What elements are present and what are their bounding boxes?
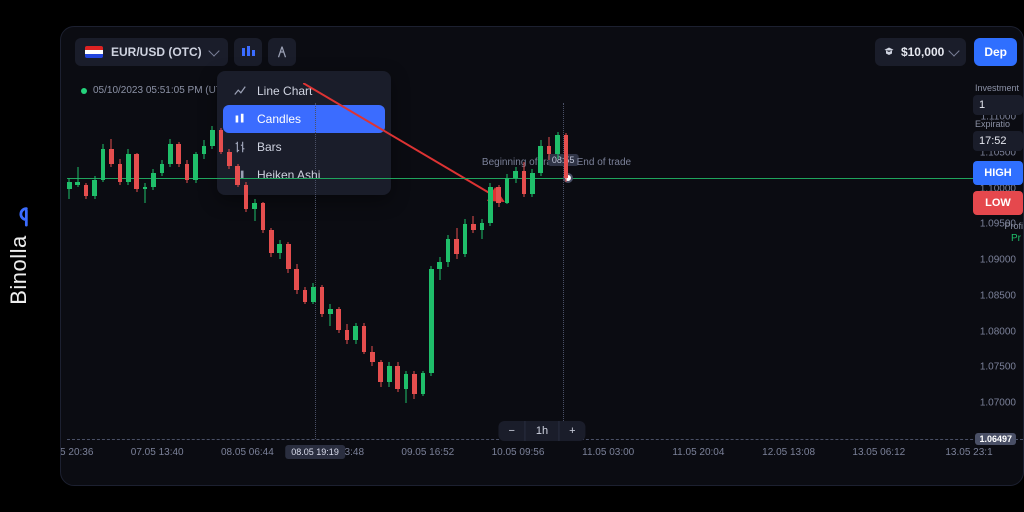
chart-type-line[interactable]: Line Chart (223, 77, 385, 105)
chevron-down-icon (208, 45, 219, 56)
x-tick: 09.05 16:52 (401, 447, 454, 458)
profit-value: Pr (973, 233, 1023, 244)
chart-area[interactable]: Beginning of trade 08:55 End of trade (67, 103, 969, 439)
expiration-input[interactable]: 17:52 (973, 131, 1023, 151)
zoom-controls: − 1h + (498, 421, 585, 441)
brand-icon (8, 207, 30, 229)
topbar: EUR/USD (OTC) $10,000 (75, 37, 1023, 67)
deposit-button[interactable]: Dep (974, 38, 1017, 66)
pair-selector[interactable]: EUR/USD (OTC) (75, 38, 228, 66)
pair-label: EUR/USD (OTC) (111, 45, 202, 59)
higher-button[interactable]: HIGH (973, 161, 1023, 185)
drawing-tools-button[interactable] (268, 38, 296, 66)
trade-sidepanel: Investment 1 Expiratio 17:52 HIGH LOW Pr… (973, 79, 1023, 485)
dd-label: Line Chart (257, 84, 312, 98)
x-tick: 07.05 13:40 (131, 447, 184, 458)
compass-icon (275, 45, 289, 59)
profit-label: Profi (975, 221, 1023, 231)
chevron-down-icon (949, 45, 960, 56)
chart-type-button[interactable] (234, 38, 262, 66)
brand-name: Binolla (6, 235, 32, 305)
x-axis: 06.05 20:3607.05 13:4008.05 06:4408.05 2… (67, 447, 969, 467)
crosshair-vertical (315, 103, 316, 439)
balance-selector[interactable]: $10,000 (875, 38, 966, 66)
x-tick: 06.05 20:36 (60, 447, 93, 458)
candles-icon (240, 44, 256, 60)
investment-label: Investment (975, 83, 1023, 93)
balance-value: $10,000 (901, 45, 944, 59)
expiration-label: Expiratio (975, 119, 1023, 129)
price-line (67, 178, 1023, 179)
lower-button[interactable]: LOW (973, 191, 1023, 215)
zoom-out-button[interactable]: − (498, 421, 524, 441)
x-tick: 12.05 13:08 (762, 447, 815, 458)
x-tick: 11.05 20:04 (672, 447, 724, 458)
trading-panel: EUR/USD (OTC) $10,000 (60, 26, 1024, 486)
status-dot-icon (81, 88, 87, 94)
investment-input[interactable]: 1 (973, 95, 1023, 115)
zoom-in-button[interactable]: + (558, 421, 585, 441)
balance-group: $10,000 Dep (875, 38, 1017, 66)
deposit-label: Dep (984, 45, 1007, 59)
line-chart-icon (233, 84, 247, 98)
x-hover-tag: 08.05 19:19 (285, 445, 345, 459)
x-tick: 13.05 06:12 (852, 447, 905, 458)
x-tick: 10.05 09:56 (492, 447, 545, 458)
end-trade-label: End of trade (577, 157, 631, 168)
x-tick: 11.05 03:00 (582, 447, 634, 458)
pair-flag-icon (85, 46, 103, 58)
x-tick: 08.05 06:44 (221, 447, 274, 458)
zoom-interval-button[interactable]: 1h (525, 421, 558, 441)
education-icon (883, 46, 895, 58)
brand-logo-text: Binolla (6, 207, 32, 305)
